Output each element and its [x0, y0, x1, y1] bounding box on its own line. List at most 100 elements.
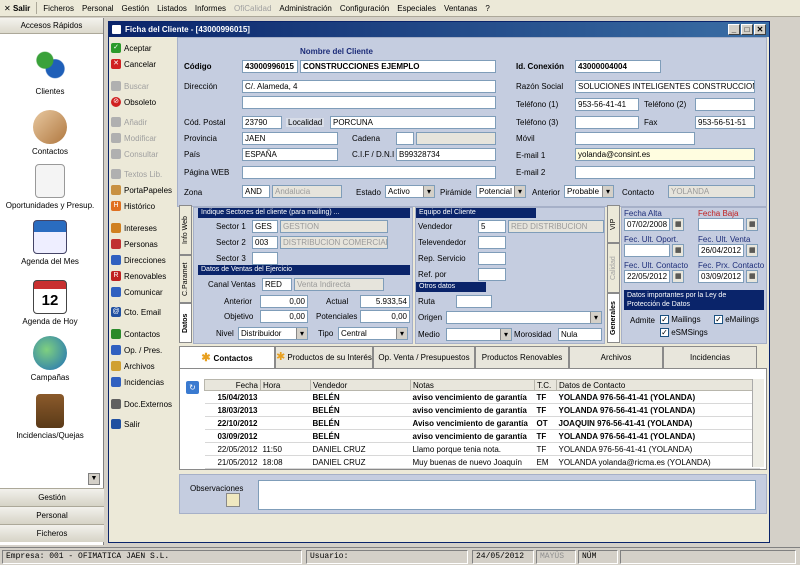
canal-field[interactable]: RED: [262, 278, 292, 291]
piramide-select[interactable]: Potencial: [476, 185, 526, 198]
ult-oport-calendar-icon[interactable]: ▦: [672, 244, 684, 257]
menu-gestion[interactable]: Gestión: [118, 4, 154, 13]
ventas-actual-field[interactable]: 5.933,54: [360, 295, 410, 308]
col-tc[interactable]: T.C.: [534, 379, 557, 391]
pais-field[interactable]: ESPAÑA: [242, 148, 338, 161]
medio-select[interactable]: [446, 328, 512, 341]
potenciales-field[interactable]: 0,00: [360, 310, 410, 323]
maximize-button[interactable]: □: [741, 24, 753, 35]
menu-configuracion[interactable]: Configuración: [336, 4, 393, 13]
menu-informes[interactable]: Informes: [191, 4, 230, 13]
quick-agenda-hoy[interactable]: 12 Agenda de Hoy: [0, 280, 100, 326]
quick-campanas[interactable]: Campañas: [0, 336, 100, 382]
mailings-checkbox[interactable]: ✓ Mailings: [660, 315, 701, 325]
tab-generales[interactable]: Generales: [607, 293, 620, 343]
tab-productos-interes[interactable]: ✱ Productos de su Interés: [275, 346, 373, 368]
direccion2-field[interactable]: [242, 96, 496, 109]
localidad-field[interactable]: PORCUNA: [330, 116, 496, 129]
prx-contacto-calendar-icon[interactable]: ▦: [746, 270, 758, 283]
tab-productos-renovables[interactable]: Productos Renovables: [475, 346, 569, 368]
incidencias-button[interactable]: Incidencias: [111, 377, 164, 387]
email1-field[interactable]: yolanda@consint.es: [575, 148, 755, 161]
tab-contactos[interactable]: ✱ Contactos: [179, 346, 275, 369]
col-datos[interactable]: Datos de Contacto: [556, 379, 760, 391]
web-field[interactable]: [242, 166, 496, 179]
codigo-field[interactable]: 43000996015: [242, 60, 298, 73]
portapapeles-button[interactable]: PortaPapeles: [111, 185, 172, 195]
table-row[interactable]: 15/04/2013 BELÉN aviso vencimiento de gara…: [204, 390, 760, 404]
quick-oportunidades[interactable]: Oportunidades y Presup.: [0, 164, 100, 210]
nav-personal[interactable]: Personal: [0, 506, 104, 524]
razon-field[interactable]: SOLUCIONES INTELIGENTES CONSTRUCCION, SL: [575, 80, 755, 93]
comunicar-button[interactable]: Comunicar: [111, 287, 163, 297]
ref-por-field[interactable]: [478, 268, 506, 281]
fax-field[interactable]: 953-56-51-51: [695, 116, 755, 129]
refresh-icon[interactable]: ↻: [186, 381, 199, 394]
tipo-select[interactable]: Central: [338, 327, 408, 340]
textos-button[interactable]: Textos Lib.: [111, 169, 162, 179]
provincia-field[interactable]: JAEN: [242, 132, 338, 145]
archivos-button[interactable]: Archivos: [111, 361, 155, 371]
quick-agenda-mes[interactable]: Agenda del Mes: [0, 220, 100, 266]
televendedor-field[interactable]: [478, 236, 506, 249]
rep-servicio-field[interactable]: [478, 252, 506, 265]
zona-field[interactable]: AND: [242, 185, 270, 198]
quick-incidencias[interactable]: Incidencias/Quejas: [0, 394, 100, 440]
col-fecha[interactable]: Fecha: [204, 379, 261, 391]
sector2-field[interactable]: 003: [252, 236, 278, 249]
esmsings-checkbox[interactable]: ✓ eSMSings: [660, 328, 708, 338]
salir-button[interactable]: Salir: [111, 419, 140, 429]
ruta-field[interactable]: [456, 295, 492, 308]
op-pres-button[interactable]: Op. / Pres.: [111, 345, 162, 355]
grid-scrollbar[interactable]: [752, 379, 764, 467]
doc-externos-button[interactable]: Doc.Externos: [111, 399, 172, 409]
historico-button[interactable]: H Histórico: [111, 201, 155, 211]
origen-select[interactable]: [446, 311, 602, 324]
modificar-button[interactable]: Modificar: [111, 133, 156, 143]
ventas-anterior-field[interactable]: 0,00: [260, 295, 308, 308]
movil-field[interactable]: [575, 132, 695, 145]
email2-field[interactable]: [575, 166, 755, 179]
sector1-field[interactable]: GES: [252, 220, 278, 233]
ult-contacto-field[interactable]: 22/05/2012: [624, 270, 670, 283]
direcciones-button[interactable]: Direcciones: [111, 255, 166, 265]
renovables-button[interactable]: R Renovables: [111, 271, 166, 281]
menu-listados[interactable]: Listados: [153, 4, 191, 13]
observaciones-textarea[interactable]: [258, 480, 756, 510]
cto-email-button[interactable]: @ Cto. Email: [111, 307, 161, 317]
tab-vip[interactable]: VIP: [607, 205, 620, 243]
anadir-button[interactable]: Añadir: [111, 117, 147, 127]
tab-op-venta[interactable]: Op. Venta / Presupuestos: [373, 346, 475, 368]
nav-ficheros[interactable]: Ficheros: [0, 524, 104, 542]
fecha-alta-field[interactable]: 07/02/2008: [624, 218, 670, 231]
anterior-select[interactable]: Probable: [564, 185, 614, 198]
tab-incidencias[interactable]: Incidencias: [663, 346, 757, 368]
menu-personal[interactable]: Personal: [78, 4, 118, 13]
tab-info-web[interactable]: Info Web: [179, 205, 192, 255]
fecha-baja-field[interactable]: [698, 218, 744, 231]
tel2-field[interactable]: [695, 98, 755, 111]
objetivo-field[interactable]: 0,00: [260, 310, 308, 323]
prx-contacto-field[interactable]: 03/09/2012: [698, 270, 744, 283]
vendedor-field[interactable]: 5: [478, 220, 506, 233]
table-row[interactable]: 21/05/2012 18:08 DANIEL CRUZ Muy buenas de …: [204, 455, 760, 469]
table-row[interactable]: 22/05/2012 11:50 DANIEL CRUZ Llamo porque t…: [204, 442, 760, 456]
quick-contactos[interactable]: Contactos: [0, 110, 100, 156]
col-hora[interactable]: Hora: [260, 379, 311, 391]
nombre-field[interactable]: CONSTRUCCIONES EJEMPLO: [300, 60, 496, 73]
buscar-button[interactable]: Buscar: [111, 81, 149, 91]
cancelar-button[interactable]: ✕ Cancelar: [111, 59, 156, 69]
menu-help[interactable]: ?: [481, 4, 493, 13]
menu-oficalidad[interactable]: OfiCalidad: [230, 4, 275, 13]
tel1-field[interactable]: 953-56-41-41: [575, 98, 639, 111]
estado-select[interactable]: Activo: [385, 185, 435, 198]
tab-datos[interactable]: Datos: [179, 303, 192, 343]
aceptar-button[interactable]: ✓ Aceptar: [111, 43, 152, 53]
ult-oport-field[interactable]: [624, 244, 670, 257]
personas-button[interactable]: Personas: [111, 239, 158, 249]
direccion-field[interactable]: C/. Alameda, 4: [242, 80, 496, 93]
ult-venta-calendar-icon[interactable]: ▦: [746, 244, 758, 257]
menu-ventanas[interactable]: Ventanas: [440, 4, 481, 13]
quick-clientes[interactable]: Clientes: [0, 50, 100, 96]
minimize-button[interactable]: _: [728, 24, 740, 35]
